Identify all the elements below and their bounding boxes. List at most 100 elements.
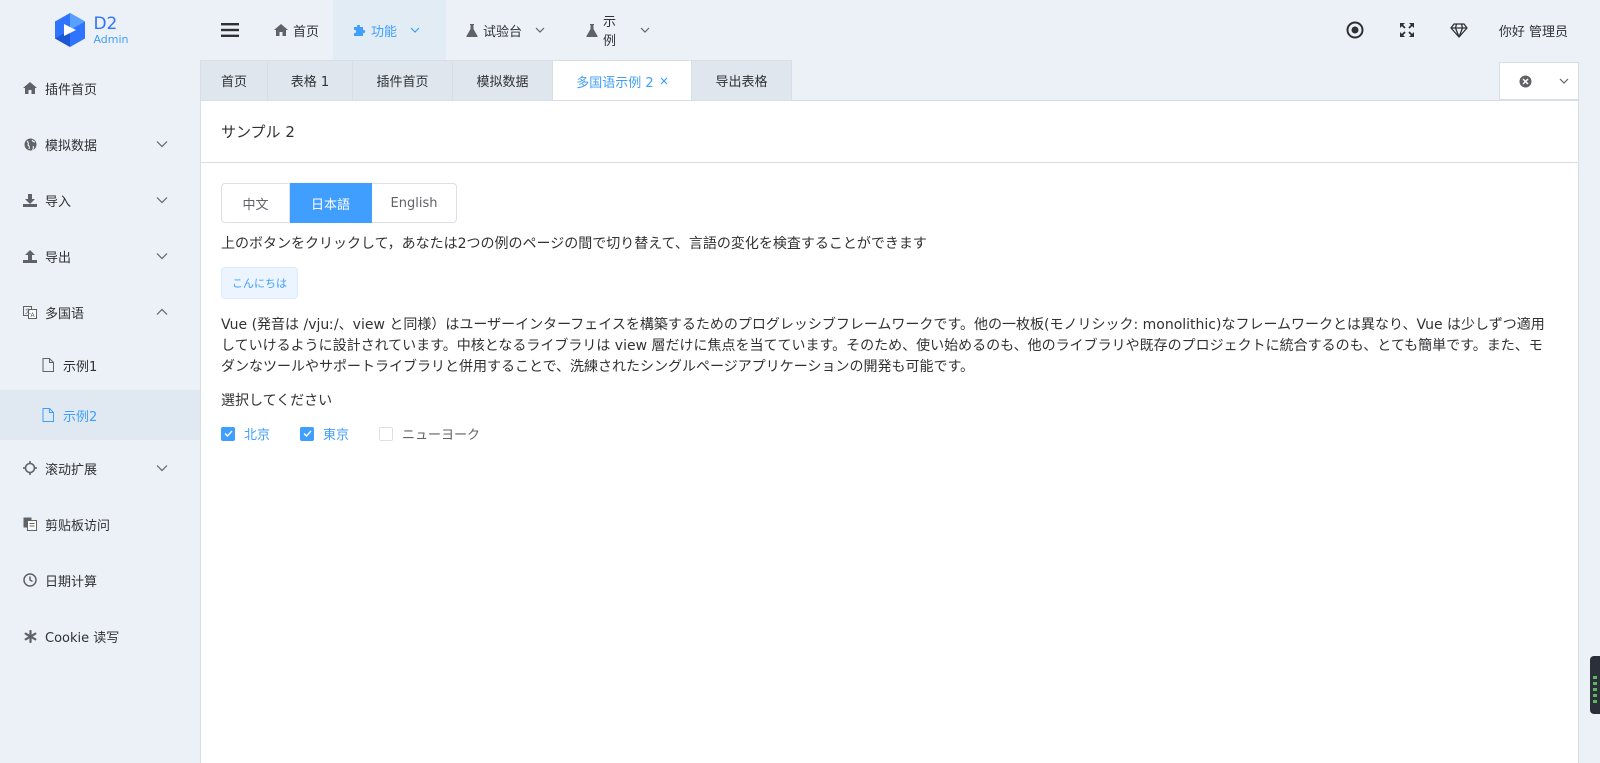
city-checkbox-group: 北京 東京 ニューヨーク [221, 424, 1558, 443]
checkbox-label: 東京 [323, 428, 350, 443]
chevron-down-icon [640, 27, 650, 33]
close-all-tabs-button[interactable] [1500, 75, 1551, 88]
close-circle-icon [1519, 75, 1532, 88]
checkbox-new-york[interactable]: ニューヨーク [379, 424, 480, 443]
topmenu-item-home[interactable]: 首页 [260, 0, 333, 60]
lang-button-ja[interactable]: 日本語 [290, 183, 372, 223]
tab-label: 首页 [220, 75, 247, 90]
checkbox-beijing[interactable]: 北京 [221, 424, 270, 443]
sidebar-item-i18n[interactable]: 文A 多国语 [0, 284, 200, 340]
sidebar: 插件首页 模拟数据 导入 导出 文A 多国语 示例1 示例2 滚动扩展 剪贴板访… [0, 60, 200, 763]
sidebar-item-cookie[interactable]: Cookie 读写 [0, 608, 200, 664]
sidebar-item-label: Cookie 读写 [45, 630, 120, 646]
record-icon [1346, 21, 1364, 39]
home-icon [274, 24, 288, 36]
tab-export-table[interactable]: 导出表格 [691, 60, 792, 100]
sidebar-item-date-calc[interactable]: 日期计算 [0, 552, 200, 608]
chevron-down-icon [535, 27, 545, 33]
page-title: サンプル 2 [201, 101, 1578, 163]
file-icon [42, 408, 56, 422]
tab-home[interactable]: 首页 [200, 60, 268, 100]
sidebar-item-label: 日期计算 [45, 574, 98, 590]
logo-icon [51, 11, 89, 49]
chevron-down-icon [1559, 78, 1569, 84]
tab-label: 插件首页 [376, 75, 429, 90]
crosshair-icon [23, 461, 37, 475]
lang-button-en[interactable]: English [372, 183, 457, 223]
chevron-down-icon [410, 27, 420, 33]
chevron-down-icon [156, 197, 168, 204]
tab-mock-data[interactable]: 模拟数据 [452, 60, 553, 100]
menu-toggle-button[interactable] [200, 0, 260, 60]
topmenu-item-testbed[interactable]: 试验台 [446, 0, 566, 60]
language-icon: 文A [23, 305, 37, 319]
flask-icon [466, 23, 478, 37]
checkbox-label: ニューヨーク [402, 428, 481, 443]
topmenu-item-examples[interactable]: 示例 [566, 0, 670, 60]
chevron-up-icon [156, 308, 168, 316]
tab-label: 表格 1 [290, 75, 330, 90]
topmenu-label: 首页 [293, 24, 320, 40]
sidebar-subitem-example1[interactable]: 示例1 [0, 340, 200, 390]
home-icon [23, 82, 37, 94]
upload-icon [23, 249, 37, 263]
topmenu-label: 试验台 [483, 24, 523, 40]
logo-subtitle: Admin [93, 32, 129, 46]
sidebar-item-label: 多国语 [45, 306, 85, 322]
tab-label: 导出表格 [715, 75, 768, 90]
hint-text: 上のボタンをクリックして，あなたは2つの例のページの間で切り替えて、言語の変化を… [221, 236, 927, 252]
sidebar-item-plugin-home[interactable]: 插件首页 [0, 60, 200, 116]
tab-plugin-home[interactable]: 插件首页 [352, 60, 453, 100]
sidebar-subitem-label: 示例1 [63, 359, 98, 375]
sidebar-item-label: 导入 [45, 194, 72, 210]
chevron-down-icon [156, 465, 168, 472]
topmenu-label: 示例 [603, 15, 617, 49]
floating-edge-widget[interactable] [1590, 656, 1600, 714]
main-panel: サンプル 2 中文 日本語 English 上のボタンをクリックして，あなたは2… [200, 100, 1579, 763]
fullscreen-icon [1399, 23, 1414, 37]
panel-body: 中文 日本語 English 上のボタンをクリックして，あなたは2つの例のページ… [201, 163, 1578, 463]
check-icon [221, 426, 235, 441]
check-icon [300, 426, 315, 441]
lang-button-zh[interactable]: 中文 [221, 183, 290, 223]
hamburger-icon [221, 23, 239, 37]
globe-icon [23, 138, 37, 151]
sidebar-item-label: 模拟数据 [45, 138, 98, 154]
sidebar-subitem-example2[interactable]: 示例2 [0, 390, 200, 440]
sidebar-item-mock-data[interactable]: 模拟数据 [0, 116, 200, 172]
record-button[interactable] [1329, 0, 1381, 60]
tab-table1[interactable]: 表格 1 [267, 60, 353, 100]
flask-icon [586, 23, 598, 37]
theme-button[interactable] [1433, 0, 1485, 60]
checkbox-box [379, 426, 394, 441]
tab-controls [1499, 62, 1579, 100]
tab-i18n-example2[interactable]: 多国语示例 2 [552, 60, 692, 101]
topmenu-item-features[interactable]: 功能 [333, 0, 447, 60]
greeting-tag: こんにちは [221, 267, 298, 299]
sidebar-item-import[interactable]: 导入 [0, 172, 200, 228]
chevron-down-icon [156, 253, 168, 260]
tab-label: 多国语示例 2 [576, 75, 654, 91]
checkbox-tokyo[interactable]: 東京 [300, 424, 349, 443]
file-icon [42, 358, 56, 372]
header-actions: 你好 管理员 [1329, 0, 1600, 60]
logo-title: D2 [93, 13, 118, 34]
sidebar-item-scroll[interactable]: 滚动扩展 [0, 440, 200, 496]
user-menu[interactable]: 你好 管理员 [1485, 21, 1600, 40]
download-icon [23, 193, 37, 207]
close-icon[interactable] [660, 77, 668, 85]
sidebar-subitem-label: 示例2 [63, 409, 98, 425]
header: 首页 功能 试验台 示例 你好 管理员 [200, 0, 1600, 60]
tab-dropdown-button[interactable] [1551, 78, 1578, 84]
fullscreen-button[interactable] [1381, 0, 1433, 60]
chevron-down-icon [156, 141, 168, 148]
sidebar-item-clipboard[interactable]: 剪贴板访问 [0, 496, 200, 552]
sidebar-item-export[interactable]: 导出 [0, 228, 200, 284]
clipboard-icon [23, 517, 37, 531]
select-label: 選択してください [221, 393, 333, 409]
topmenu-label: 功能 [371, 24, 398, 40]
top-menu: 首页 功能 试验台 示例 [260, 0, 670, 60]
logo[interactable]: D2 Admin [0, 0, 200, 60]
clock-icon [23, 573, 37, 587]
description-paragraph: Vue (発音は /vjuː/、view と同様）はユーザーインターフェイスを構… [221, 317, 1545, 375]
